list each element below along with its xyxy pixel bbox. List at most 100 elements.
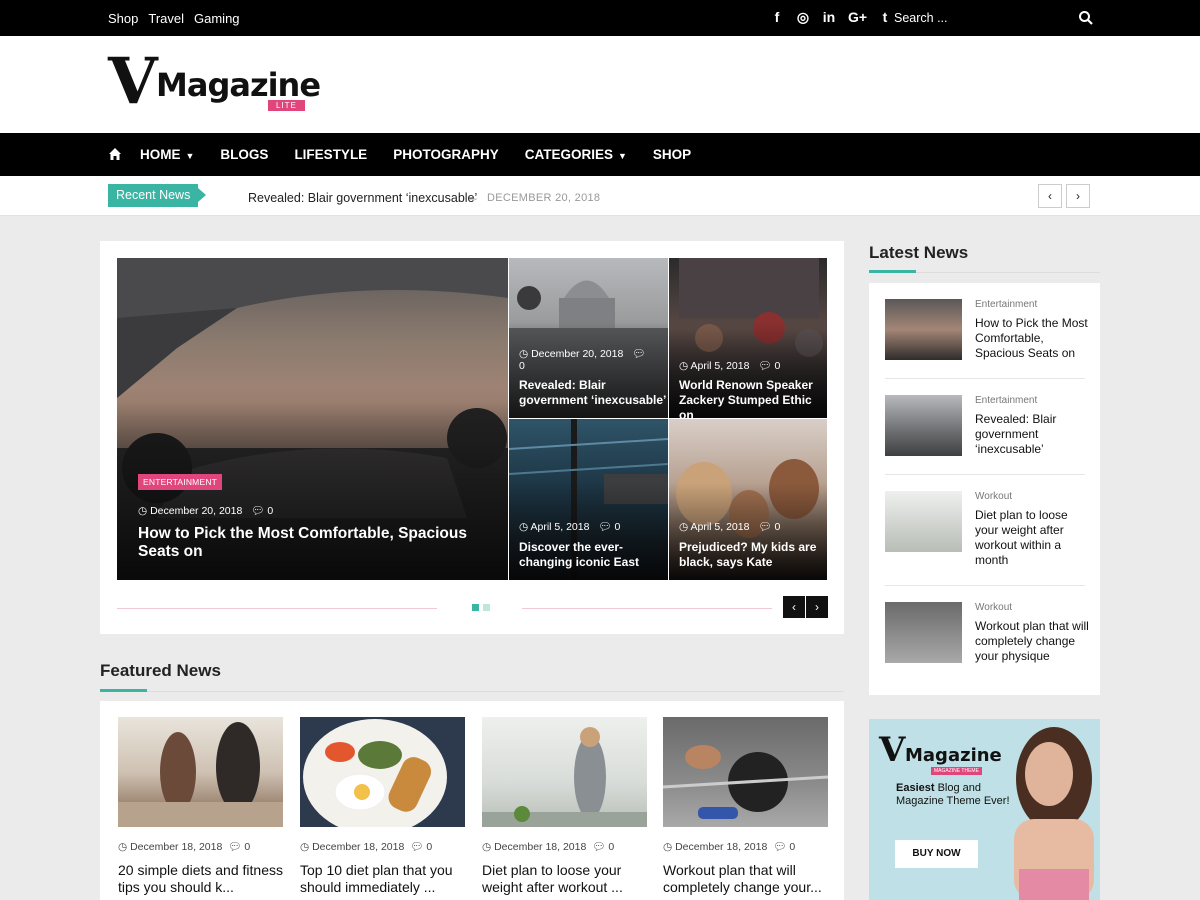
slider-main-post[interactable]: ENTERTAINMENT ◷ December 20, 2018 💬︎ 0 H… (117, 258, 508, 580)
news-ticker: Recent News Revealed: Blair government ‘… (0, 176, 1200, 216)
post-category[interactable]: Entertainment (975, 299, 1037, 310)
post-title[interactable]: Prejudiced? My kids are black, says Kate (679, 540, 827, 570)
tumblr-icon[interactable]: t (878, 9, 892, 26)
top-link-travel[interactable]: Travel (148, 11, 184, 26)
ad-banner[interactable]: V Magazine MAGAZINE THEME Easiest Blog a… (869, 719, 1100, 900)
clock-icon: ◷ (482, 841, 495, 853)
ticker-next-button[interactable]: › (1066, 184, 1090, 208)
comment-icon: 💬︎ (598, 521, 615, 533)
ticker-prev-button[interactable]: ‹ (1038, 184, 1062, 208)
post-title[interactable]: 20 simple diets and fitness tips you sho… (118, 862, 283, 896)
nav-item-shop[interactable]: SHOP (653, 147, 691, 162)
post-meta: ◷ April 5, 2018 💬︎ 0 (679, 360, 781, 372)
slider-tile-2[interactable]: ◷ April 5, 2018 💬︎ 0 World Renown Speake… (669, 258, 827, 418)
clock-icon: ◷ (118, 841, 131, 853)
ad-logo-v: V (879, 730, 905, 770)
ticker-headline[interactable]: Revealed: Blair government ‘inexcusable’ (248, 191, 477, 205)
slider-tile-3[interactable]: ◷ April 5, 2018 💬︎ 0 Discover the ever-c… (509, 419, 668, 580)
top-link-shop[interactable]: Shop (108, 11, 138, 26)
slider-next-button[interactable]: › (806, 596, 828, 618)
nav-item-lifestyle[interactable]: LIFESTYLE (294, 147, 367, 162)
post-meta: ◷ December 18, 2018 💬︎ 0 (300, 841, 433, 853)
logo-text: Magazine (156, 66, 321, 104)
featured-item[interactable]: ◷ December 18, 2018 💬︎ 0 Workout plan th… (663, 717, 828, 896)
clock-icon: ◷ (679, 360, 691, 372)
ad-logo-text: Magazine (905, 745, 1002, 766)
ticker-date: DECEMBER 20, 2018 (487, 192, 601, 204)
comment-icon: 💬︎ (773, 841, 790, 853)
featured-item[interactable]: ◷ December 18, 2018 💬︎ 0 Top 10 diet pla… (300, 717, 465, 896)
slider-dot-2[interactable] (483, 604, 490, 611)
post-category[interactable]: Workout (975, 491, 1012, 502)
post-title[interactable]: Revealed: Blair government ‘inexcusable’ (975, 412, 1090, 457)
buy-now-button[interactable]: BUY NOW (895, 840, 978, 868)
nav-item-blogs[interactable]: BLOGS (220, 147, 268, 162)
latest-news-heading: Latest News (869, 243, 969, 262)
featured-item[interactable]: ◷ December 18, 2018 💬︎ 0 Diet plan to lo… (482, 717, 647, 896)
post-meta: ◷ December 20, 2018 💬︎ 0 (519, 348, 646, 372)
chevron-down-icon: ▼ (617, 151, 627, 161)
search-icon[interactable] (1078, 10, 1094, 26)
latest-news-list: Entertainment How to Pick the Most Comfo… (869, 283, 1100, 695)
post-title[interactable]: Top 10 diet plan that you should immedia… (300, 862, 465, 896)
post-category[interactable]: Workout (975, 602, 1012, 613)
comment-icon: 💬︎ (758, 521, 775, 533)
clock-icon: ◷ (519, 521, 531, 533)
nav-item-home[interactable]: HOME ▼ (140, 147, 194, 162)
category-badge[interactable]: ENTERTAINMENT (138, 474, 223, 490)
nav-items: HOME ▼ BLOGS LIFESTYLE PHOTOGRAPHY CATEGO… (140, 147, 691, 162)
comment-icon: 💬︎ (758, 360, 775, 372)
clock-icon: ◷ (138, 505, 151, 517)
linkedin-icon[interactable]: in (822, 9, 836, 26)
post-title[interactable]: How to Pick the Most Comfortable, Spacio… (975, 316, 1090, 361)
chevron-down-icon: ▼ (185, 151, 195, 161)
cockpit-thumbnail (885, 299, 962, 360)
post-meta: ◷ December 18, 2018 💬︎ 0 (118, 841, 251, 853)
post-meta: ◷ April 5, 2018 💬︎ 0 (519, 521, 621, 533)
search-input[interactable]: Search ... (894, 11, 948, 25)
ad-logo-sub: MAGAZINE THEME (931, 767, 982, 775)
woman-kitchen-thumbnail (885, 491, 962, 552)
barbell-thumbnail (885, 602, 962, 663)
facebook-icon[interactable]: f (770, 9, 784, 26)
post-title[interactable]: Discover the ever-changing iconic East (519, 540, 667, 570)
featured-news-list: ◷ December 18, 2018 💬︎ 0 20 simple diets… (100, 701, 844, 900)
main-nav: HOME ▼ BLOGS LIFESTYLE PHOTOGRAPHY CATEGO… (0, 133, 1200, 176)
post-title[interactable]: World Renown Speaker Zackery Stumped Eth… (679, 378, 827, 418)
woman-kitchen-image (482, 717, 647, 827)
post-title[interactable]: Diet plan to loose your weight after wor… (482, 862, 647, 896)
home-icon[interactable] (108, 147, 122, 161)
top-link-gaming[interactable]: Gaming (194, 11, 240, 26)
nav-item-photography[interactable]: PHOTOGRAPHY (393, 147, 499, 162)
post-title[interactable]: Workout plan that will completely change… (663, 862, 828, 896)
clock-icon: ◷ (679, 521, 691, 533)
ad-tagline: Easiest Blog and (896, 782, 982, 794)
slider-dot-1[interactable] (472, 604, 479, 611)
model-image (1014, 727, 1094, 900)
post-meta: ◷ April 5, 2018 💬︎ 0 (679, 521, 781, 533)
featured-item[interactable]: ◷ December 18, 2018 💬︎ 0 20 simple diets… (118, 717, 283, 896)
post-title[interactable]: Revealed: Blair government ‘inexcusable’ (519, 378, 667, 408)
slider-prev-button[interactable]: ‹ (783, 596, 805, 618)
clock-icon: ◷ (300, 841, 313, 853)
nav-item-categories[interactable]: CATEGORIES ▼ (525, 147, 627, 162)
comment-icon: 💬︎ (228, 841, 245, 853)
ad-tagline-2: Magazine Theme Ever! (896, 795, 1010, 807)
google-plus-icon[interactable]: G+ (848, 9, 867, 26)
cathedral-thumbnail (885, 395, 962, 456)
comment-icon: 💬︎ (592, 841, 609, 853)
site-logo[interactable]: V Magazine LITE (108, 50, 321, 118)
post-title[interactable]: How to Pick the Most Comfortable, Spacio… (138, 525, 488, 561)
logo-badge: LITE (268, 100, 305, 111)
slider-tile-1[interactable]: ◷ December 20, 2018 💬︎ 0 Revealed: Blair … (509, 258, 668, 418)
post-title[interactable]: Diet plan to loose your weight after wor… (975, 508, 1090, 568)
site-header: V Magazine LITE (0, 36, 1200, 133)
post-title[interactable]: Workout plan that will completely change… (975, 619, 1090, 664)
slider-tile-4[interactable]: ◷ April 5, 2018 💬︎ 0 Prejudiced? My kids… (669, 419, 827, 580)
top-links: Shop Travel Gaming (108, 11, 240, 26)
comment-icon: 💬︎ (632, 348, 646, 360)
barbell-image (663, 717, 828, 827)
post-meta: ◷ December 18, 2018 💬︎ 0 (482, 841, 615, 853)
instagram-icon[interactable]: ◎ (796, 9, 810, 26)
post-category[interactable]: Entertainment (975, 395, 1037, 406)
